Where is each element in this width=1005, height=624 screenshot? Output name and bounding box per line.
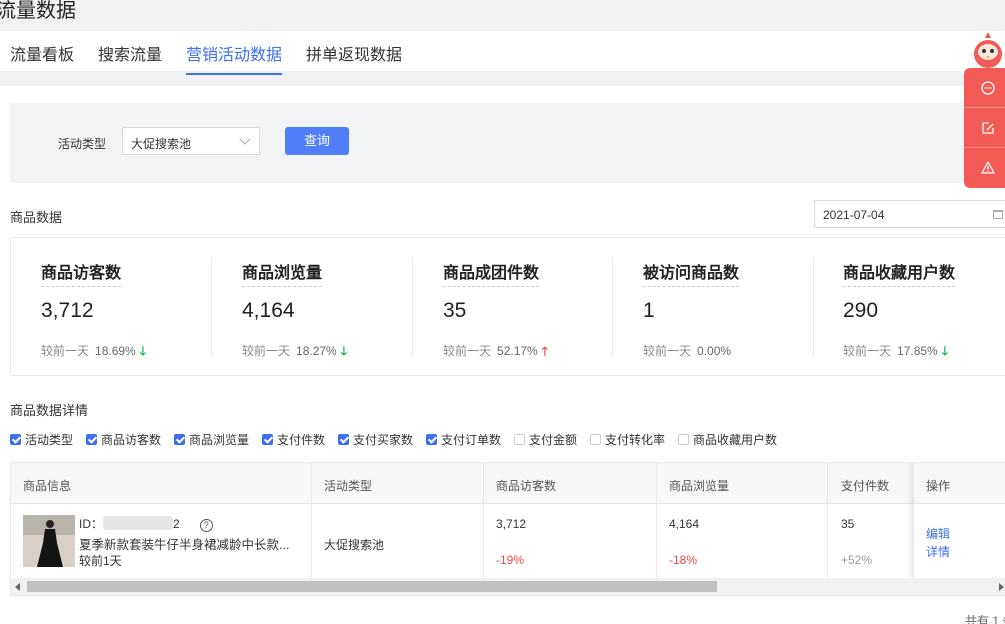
metric-title[interactable]: 被访问商品数 [643, 259, 740, 287]
product-name[interactable]: 夏季新款套装牛仔半身裙减龄中长款... [79, 534, 289, 553]
chat-bubble-icon [981, 81, 995, 95]
metric-compare: 较前一天 18.69% 🡓 [41, 342, 146, 363]
warning-icon [981, 161, 995, 174]
arrow-down-icon: 🡓 [139, 344, 146, 358]
tab-marketing-activity[interactable]: 营销活动数据 [186, 41, 283, 75]
mascot-icon[interactable] [968, 30, 1005, 70]
metrics-card: 商品访客数 3,712 较前一天 18.69% 🡓 商品浏览量 4,164 较前一天… [10, 237, 1005, 376]
query-button[interactable]: 查询 [285, 127, 349, 155]
divider [656, 463, 657, 578]
calendar-icon [993, 210, 1003, 219]
page-title: 流量数据 [0, 0, 76, 22]
divider [211, 258, 212, 356]
report-button[interactable] [964, 148, 1005, 188]
divider [827, 463, 828, 578]
toggle-visitors[interactable]: 商品访客数 [86, 431, 161, 448]
product-data-title: 商品数据 [10, 210, 63, 225]
metric-value: 3,712 [41, 299, 94, 322]
divider [311, 463, 312, 578]
product-compare: 较前1天 [79, 554, 122, 568]
pagination-total: 共有 1 条 [965, 614, 1005, 624]
metric-title[interactable]: 商品浏览量 [242, 259, 323, 287]
metric-compare: 较前一天 0.00% [643, 344, 732, 358]
col-views: 商品浏览量 [669, 479, 730, 493]
metric-title[interactable]: 商品成团件数 [443, 259, 540, 287]
details-table: 商品信息 活动类型 商品访客数 商品浏览量 支付件数 ID： 2? 夏季新款套装牛… [10, 462, 1005, 596]
table-header: 商品信息 活动类型 商品访客数 商品浏览量 支付件数 [11, 463, 1005, 504]
cell-activity-type: 大促搜索池 [324, 538, 385, 552]
divider [412, 258, 413, 356]
toggle-pay-items[interactable]: 支付件数 [262, 431, 325, 448]
toggle-pay-orders[interactable]: 支付订单数 [426, 431, 501, 448]
product-image [23, 515, 75, 567]
cell-visitors: 3,712 [496, 517, 527, 531]
tab-bar: 流量看板 搜索流量 营销活动数据 拼单返现数据 [0, 31, 1005, 75]
scroll-right-icon[interactable] [999, 583, 1004, 591]
tab-traffic-board[interactable]: 流量看板 [10, 41, 74, 73]
tab-cashback[interactable]: 拼单返现数据 [306, 41, 402, 73]
activity-type-label: 活动类型 [58, 137, 107, 151]
top-bar: 流量数据 [0, 0, 1005, 30]
main-content: 活动类型 大促搜索池 查询 商品数据 2021-07-04 商品访客数 3,71… [0, 86, 1005, 624]
date-picker[interactable]: 2021-07-04 [814, 200, 1005, 228]
metric-value: 1 [643, 299, 655, 322]
help-icon[interactable]: ? [199, 519, 213, 532]
cell-pay-items: 35 [841, 517, 855, 531]
product-thumbnail[interactable] [23, 515, 75, 567]
metric-value: 4,164 [242, 299, 295, 322]
metric-compare: 较前一天 52.17% 🡑 [443, 342, 548, 363]
edit-link[interactable]: 编辑 [926, 525, 950, 542]
col-visitors: 商品访客数 [496, 479, 557, 493]
toggle-views[interactable]: 商品浏览量 [174, 431, 249, 448]
toggle-pay-buyers[interactable]: 支付买家数 [338, 431, 413, 448]
tab-search-traffic[interactable]: 搜索流量 [98, 41, 162, 73]
toggle-favorites[interactable]: 商品收藏用户数 [678, 431, 777, 448]
arrow-down-icon: 🡓 [340, 344, 347, 358]
filter-panel: 活动类型 大促搜索池 查询 [10, 103, 1005, 183]
cell-visitors-change: -19% [496, 553, 525, 567]
arrow-up-icon: 🡑 [541, 344, 548, 358]
cell-pay-items-change: +52% [841, 553, 873, 567]
metric-value: 290 [843, 299, 879, 322]
cell-views-change: -18% [669, 553, 698, 567]
col-product-info: 商品信息 [23, 479, 72, 493]
toggle-pay-amount[interactable]: 支付金额 [514, 431, 577, 448]
scroll-left-icon[interactable] [15, 583, 20, 591]
arrow-down-icon: 🡓 [941, 344, 948, 358]
activity-type-select[interactable]: 大促搜索池 [122, 127, 260, 155]
product-id: ID： 2? [79, 515, 213, 532]
metric-compare: 较前一天 17.85% 🡓 [843, 342, 948, 363]
toggle-activity-type[interactable]: 活动类型 [10, 431, 73, 448]
date-value: 2021-07-04 [823, 208, 885, 222]
metric-compare: 较前一天 18.27% 🡓 [242, 342, 347, 363]
activity-type-value: 大促搜索池 [131, 137, 192, 151]
cell-views: 4,164 [669, 517, 700, 531]
metric-title[interactable]: 商品收藏用户数 [843, 259, 956, 287]
floating-side-panel [964, 68, 1005, 188]
divider [483, 463, 484, 578]
details-title: 商品数据详情 [10, 403, 89, 418]
divider [612, 258, 613, 356]
metric-title[interactable]: 商品访客数 [41, 259, 122, 287]
chat-button[interactable] [964, 68, 1005, 108]
scrollbar-thumb[interactable] [27, 581, 717, 592]
col-pay-items: 支付件数 [841, 479, 890, 493]
chevron-down-icon [239, 133, 251, 145]
col-actions: 操作 [926, 479, 951, 493]
metric-value: 35 [443, 299, 467, 322]
edit-icon [982, 122, 994, 134]
divider [813, 258, 814, 356]
col-activity-type: 活动类型 [324, 479, 373, 493]
detail-link[interactable]: 详情 [926, 543, 950, 560]
masked-id [103, 516, 174, 530]
toggle-pay-conversion[interactable]: 支付转化率 [590, 431, 665, 448]
actions-column: 操作 编辑 详情 [913, 463, 1005, 578]
feedback-button[interactable] [964, 108, 1005, 148]
horizontal-scrollbar[interactable] [11, 578, 1005, 595]
